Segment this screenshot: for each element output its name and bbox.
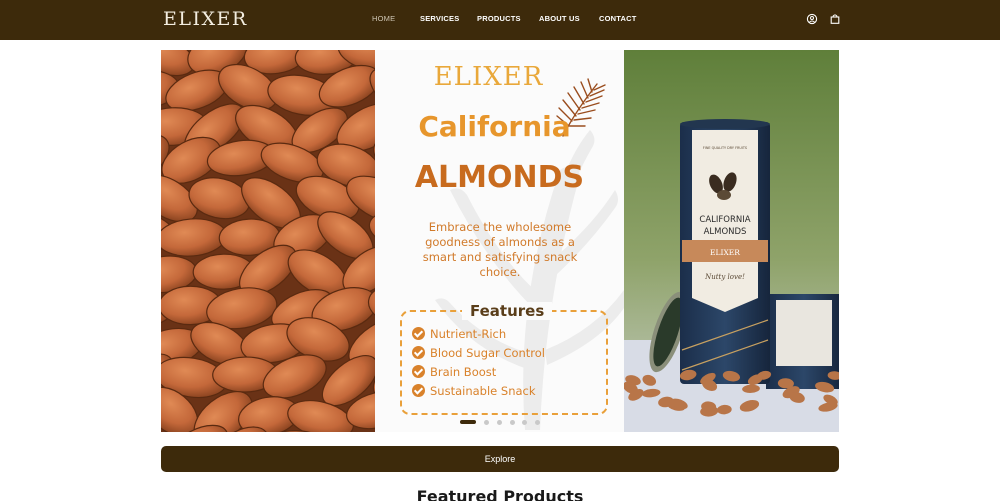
product-photo-graphic: FINE QUALITY DRY FRUITS CALIFORNIA ALMON… (624, 50, 839, 432)
check-circle-icon (412, 346, 425, 359)
hero-title-line1: California (418, 110, 571, 143)
feature-label: Brain Boost (430, 364, 497, 379)
feature-item: Brain Boost (412, 362, 545, 381)
feature-label: Blood Sugar Control (430, 345, 545, 360)
hero-carousel[interactable]: ELIXER California ALMONDS Embrace the wh… (161, 50, 839, 432)
feature-item: Blood Sugar Control (412, 343, 545, 362)
hero-text-panel: ELIXER California ALMONDS Embrace the wh… (375, 50, 624, 432)
nav-home[interactable]: HOME (372, 14, 395, 23)
main-nav: HOME SERVICES PRODUCTS ABOUT US CONTACT (0, 14, 1000, 26)
feature-label: Nutrient-Rich (430, 326, 507, 341)
check-circle-icon (412, 365, 425, 378)
hero-description: Embrace the wholesome goodness of almond… (422, 220, 578, 279)
carousel-dots (161, 419, 839, 425)
featured-products-heading: Featured Products (416, 487, 584, 501)
explore-button[interactable]: Explore (161, 446, 839, 472)
shopping-bag-icon[interactable] (829, 13, 841, 25)
carousel-dot[interactable] (484, 420, 489, 425)
feature-item: Nutrient-Rich (412, 324, 545, 343)
can-brand: ELIXER (710, 248, 740, 257)
carousel-dot[interactable] (535, 420, 540, 425)
check-circle-icon (412, 327, 425, 340)
nav-services[interactable]: SERVICES (420, 14, 459, 23)
nav-contact[interactable]: CONTACT (599, 14, 637, 23)
hero-title-line2: ALMONDS (414, 160, 585, 195)
can-label-top: FINE QUALITY DRY FRUITS (703, 146, 747, 150)
site-header: ELIXER HOME SERVICES PRODUCTS ABOUT US C… (0, 0, 1000, 40)
features-list: Nutrient-Rich Blood Sugar Control Brain … (412, 324, 545, 400)
almonds-texture-graphic (161, 50, 375, 432)
carousel-dot[interactable] (522, 420, 527, 425)
carousel-dot[interactable] (510, 420, 515, 425)
check-circle-icon (412, 384, 425, 397)
can-tagline: Nutty love! (704, 273, 745, 281)
product-can-image: FINE QUALITY DRY FRUITS CALIFORNIA ALMON… (624, 50, 839, 432)
user-icon[interactable] (806, 13, 818, 25)
feature-item: Sustainable Snack (412, 381, 545, 400)
almonds-texture-image (161, 50, 375, 432)
features-box: Features Nutrient-Rich Blood Sugar Contr… (400, 302, 608, 415)
carousel-dot[interactable] (497, 420, 502, 425)
nav-products[interactable]: PRODUCTS (477, 14, 521, 23)
can-label-line2: ALMONDS (704, 227, 747, 237)
carousel-dot-active[interactable] (460, 420, 476, 424)
nav-about-us[interactable]: ABOUT US (539, 14, 580, 23)
feature-label: Sustainable Snack (430, 383, 536, 398)
can-label-line1: CALIFORNIA (699, 215, 750, 225)
features-title: Features (462, 302, 553, 320)
